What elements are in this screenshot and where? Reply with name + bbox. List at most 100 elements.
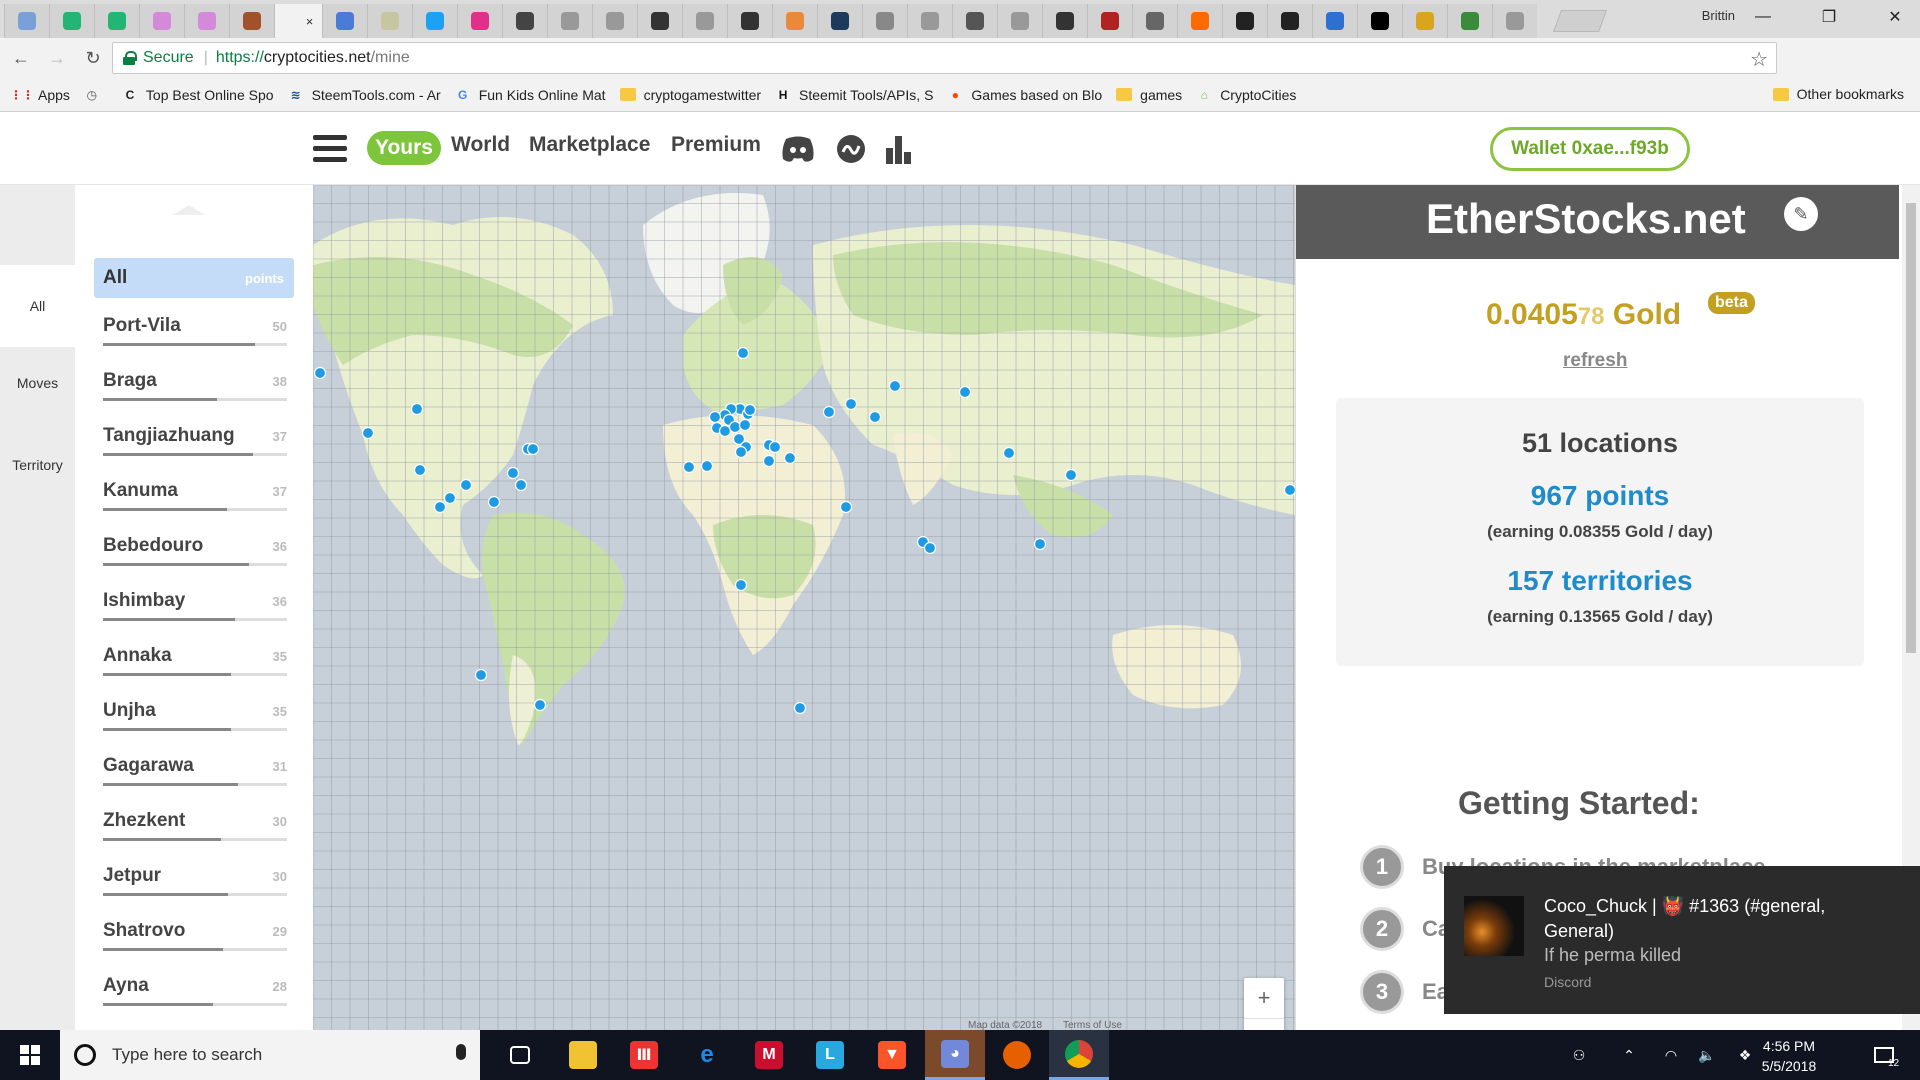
microphone-icon[interactable] [456,1044,466,1060]
location-marker[interactable] [526,442,540,456]
browser-tab[interactable] [94,4,139,38]
location-marker[interactable] [736,346,750,360]
other-bookmarks[interactable]: Other bookmarks [1772,86,1904,102]
list-item-all[interactable]: All points [94,258,294,298]
list-item[interactable]: Port-Vila 50 [103,309,287,349]
app-red-button[interactable]: Ⅲ [614,1030,674,1080]
location-marker[interactable] [718,424,732,438]
list-item[interactable]: Annaka 35 [103,639,287,679]
location-marker[interactable] [958,385,972,399]
browser-tab[interactable] [997,4,1042,38]
browser-tab[interactable] [139,4,184,38]
close-window-button[interactable]: ✕ [1872,0,1918,34]
browser-tab[interactable] [1357,4,1402,38]
list-item[interactable]: Tangjiazhuang 37 [103,419,287,459]
browser-tab[interactable] [1042,4,1087,38]
close-tab-icon[interactable]: × [306,14,314,29]
browser-tab[interactable] [502,4,547,38]
location-marker[interactable] [410,402,424,416]
bookmark-item[interactable]: H Steemit Tools/APIs, S [775,87,934,103]
browser-tab[interactable] [1447,4,1492,38]
nav-world[interactable]: World [451,133,510,157]
location-marker[interactable] [844,397,858,411]
list-item[interactable]: Unjha 35 [103,694,287,734]
location-marker[interactable] [487,495,501,509]
system-clock[interactable]: 4:56 PM 5/5/2018 [1744,1036,1834,1076]
list-item[interactable]: Zhezkent 30 [103,804,287,844]
volume-icon[interactable]: 🔈 [1692,1030,1722,1080]
browser-tab[interactable] [1402,4,1447,38]
chrome-button[interactable] [1049,1030,1109,1080]
list-item[interactable]: Kanuma 37 [103,474,287,514]
browser-tab[interactable] [412,4,457,38]
browser-tab[interactable] [1312,4,1357,38]
discord-icon[interactable] [780,132,816,166]
browser-tab[interactable] [4,4,49,38]
location-marker[interactable] [433,500,447,514]
browser-tab[interactable] [772,4,817,38]
location-marker[interactable] [768,440,782,454]
location-marker[interactable] [459,478,473,492]
browser-tab[interactable] [1267,4,1312,38]
browser-tab[interactable] [49,4,94,38]
list-item[interactable]: Ayna 28 [103,969,287,1009]
browser-tab[interactable] [907,4,952,38]
hamburger-menu-icon[interactable] [313,135,347,163]
list-item[interactable]: Braga 38 [103,364,287,404]
location-marker[interactable] [474,668,488,682]
location-marker[interactable] [738,418,752,432]
wallet-button[interactable]: Wallet 0xae...f93b [1490,127,1690,171]
new-tab-button[interactable] [1552,10,1608,32]
nav-premium[interactable]: Premium [671,133,761,157]
browser-tab[interactable] [1177,4,1222,38]
restore-button[interactable]: ❐ [1806,0,1852,34]
taskbar-search[interactable]: Type here to search [60,1030,480,1080]
bookmark-item[interactable]: C Top Best Online Spo [122,87,274,103]
scroll-up-icon[interactable] [173,205,205,215]
browser-tab[interactable] [547,4,592,38]
browser-tab[interactable] [682,4,727,38]
nav-marketplace[interactable]: Marketplace [529,133,650,157]
browser-tab[interactable] [952,4,997,38]
chevron-up-icon[interactable]: ⌃ [1614,1030,1644,1080]
discord-notification[interactable]: Coco_Chuck | 👹 #1363 (#general, General)… [1444,866,1920,1014]
location-marker[interactable] [888,379,902,393]
stats-chart-icon[interactable] [884,132,914,166]
edge-button[interactable]: e [677,1030,737,1080]
browser-tab[interactable] [817,4,862,38]
location-marker[interactable] [1002,446,1016,460]
back-button[interactable]: ← [6,43,36,73]
list-item[interactable]: Ishimbay 36 [103,584,287,624]
task-view-button[interactable] [490,1030,550,1080]
action-center-icon[interactable]: 12 [1864,1030,1904,1080]
address-bar[interactable]: Secure | https:// cryptocities.net /mine… [112,42,1777,74]
browser-tab[interactable] [367,4,412,38]
mcafee-button[interactable]: M [739,1030,799,1080]
location-marker[interactable] [313,366,327,380]
location-marker[interactable] [743,403,757,417]
rail-territory[interactable]: Territory [0,457,75,473]
location-marker[interactable] [734,445,748,459]
forward-button[interactable]: → [42,43,72,73]
location-marker[interactable] [839,500,853,514]
location-marker[interactable] [361,426,375,440]
location-marker[interactable] [734,578,748,592]
refresh-link[interactable]: refresh [1563,350,1627,372]
location-marker[interactable] [868,410,882,424]
list-item[interactable]: Shatrovo 29 [103,914,287,954]
location-marker[interactable] [1283,483,1296,497]
location-marker[interactable] [506,466,520,480]
location-marker[interactable] [762,454,776,468]
location-marker[interactable] [700,459,714,473]
rail-moves[interactable]: Moves [0,375,75,391]
people-icon[interactable]: ⚇ [1564,1030,1594,1080]
list-item[interactable]: Gagarawa 31 [103,749,287,789]
bookmark-item[interactable]: ⌂ CryptoCities [1196,87,1297,103]
bookmark-star-icon[interactable]: ☆ [1750,47,1768,72]
discord-taskbar-button[interactable]: ◕ [925,1030,985,1080]
firefox-button[interactable] [987,1030,1047,1080]
browser-tab[interactable] [1087,4,1132,38]
browser-tab[interactable] [1222,4,1267,38]
bookmark-item[interactable]: cryptogamestwitter [619,87,761,103]
browser-tab[interactable]: × [274,4,322,38]
